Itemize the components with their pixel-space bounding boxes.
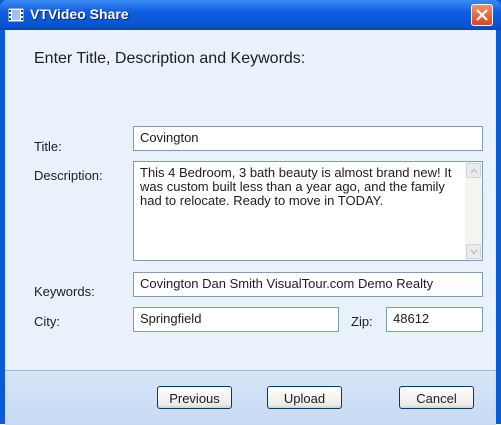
dialog-window: VTVideo Share Enter Title, Description a…	[0, 0, 501, 425]
description-scrollbar[interactable]	[465, 162, 482, 260]
title-label: Title:	[34, 139, 62, 154]
zip-label: Zip:	[351, 314, 373, 329]
chevron-up-icon	[470, 168, 478, 174]
upload-button[interactable]: Upload	[267, 386, 342, 409]
form-heading: Enter Title, Description and Keywords:	[34, 50, 306, 67]
close-icon	[476, 9, 488, 21]
close-button[interactable]	[471, 4, 493, 26]
window-title: VTVideo Share	[30, 6, 129, 22]
chevron-down-icon	[470, 249, 478, 255]
previous-button[interactable]: Previous	[157, 386, 232, 409]
city-label: City:	[34, 314, 60, 329]
keywords-label: Keywords:	[34, 284, 95, 299]
description-label: Description:	[34, 168, 103, 183]
scroll-up-button[interactable]	[466, 163, 481, 178]
cancel-button[interactable]: Cancel	[399, 386, 474, 409]
film-icon	[7, 7, 25, 23]
city-field[interactable]: Springfield	[133, 307, 339, 332]
title-field[interactable]: Covington	[133, 126, 483, 151]
description-text: This 4 Bedroom, 3 bath beauty is almost …	[140, 165, 452, 208]
zip-field[interactable]: 48612	[386, 307, 483, 332]
description-field[interactable]: This 4 Bedroom, 3 bath beauty is almost …	[133, 161, 483, 261]
title-bar[interactable]: VTVideo Share	[0, 0, 501, 30]
scroll-down-button[interactable]	[466, 244, 481, 259]
keywords-field[interactable]: Covington Dan Smith VisualTour.com Demo …	[133, 272, 483, 297]
